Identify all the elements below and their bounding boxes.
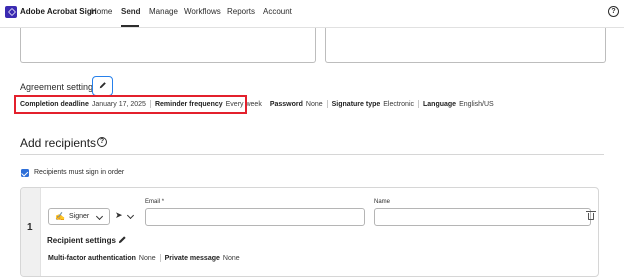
recipient-number: 1 [27, 222, 33, 233]
mfa-value: None [138, 254, 156, 262]
message-panel [325, 28, 606, 63]
edit-recipient-settings-pencil-icon[interactable] [118, 235, 127, 244]
signature-type-label: Signature type [331, 100, 381, 108]
private-message-value: None [222, 254, 240, 262]
password-value: None [305, 100, 323, 108]
recipient-settings-title: Recipient settings [47, 236, 116, 245]
brand-name: Adobe Acrobat Sign [20, 7, 97, 16]
nav-account[interactable]: Account [263, 7, 292, 16]
nav-active-indicator [121, 25, 139, 27]
required-mark: * [161, 199, 165, 205]
chevron-down-icon [95, 212, 104, 221]
agreement-settings-title: Agreement settings [20, 82, 98, 92]
edit-agreement-settings-button[interactable] [92, 76, 113, 96]
sign-in-order-label: Recipients must sign in order [34, 169, 125, 176]
add-recipients-title: Add recipients [20, 136, 97, 150]
sign-in-order-checkbox[interactable] [21, 169, 29, 177]
name-field[interactable] [374, 208, 591, 226]
help-icon[interactable]: ? [97, 137, 107, 147]
password-label: Password [269, 100, 303, 108]
recipient-order-strip: 1 [21, 188, 41, 276]
pencil-icon [99, 82, 106, 89]
nav-send[interactable]: Send [121, 7, 141, 16]
help-icon[interactable]: ? [608, 6, 619, 17]
recipient-settings-summary: Multi-factor authentication None Private m… [48, 254, 240, 262]
mfa-label: Multi-factor authentication [48, 254, 136, 262]
role-dropdown[interactable]: ✍ Signer [48, 208, 110, 225]
email-field[interactable] [145, 208, 365, 226]
nav-home[interactable]: Home [91, 7, 112, 16]
highlight-box [14, 95, 247, 114]
signer-pen-icon: ✍ [55, 212, 65, 221]
recipient-card: 1 ✍ Signer ➤ Email * Name [20, 187, 599, 277]
signature-type-value: Electronic [383, 100, 414, 108]
separator [418, 100, 419, 108]
email-label: Email * [145, 199, 165, 205]
nav-workflows[interactable]: Workflows [184, 7, 221, 16]
name-label: Name [374, 199, 391, 205]
language-label: Language [423, 100, 457, 108]
nav-manage[interactable]: Manage [149, 7, 178, 16]
top-navigation-bar: Adobe Acrobat Sign Home Send Manage Work… [0, 0, 624, 28]
acrobat-sign-logo-icon [5, 6, 17, 18]
language-value: English/US [459, 100, 494, 108]
send-paper-plane-icon[interactable]: ➤ [115, 210, 123, 221]
private-message-label: Private message [164, 254, 220, 262]
chevron-down-icon[interactable] [126, 211, 135, 220]
separator [159, 254, 161, 262]
separator [326, 100, 328, 108]
trash-icon[interactable] [586, 211, 596, 220]
nav-reports[interactable]: Reports [227, 7, 255, 16]
section-divider [20, 154, 604, 155]
role-label: Signer [69, 213, 90, 220]
documents-panel [20, 28, 316, 63]
